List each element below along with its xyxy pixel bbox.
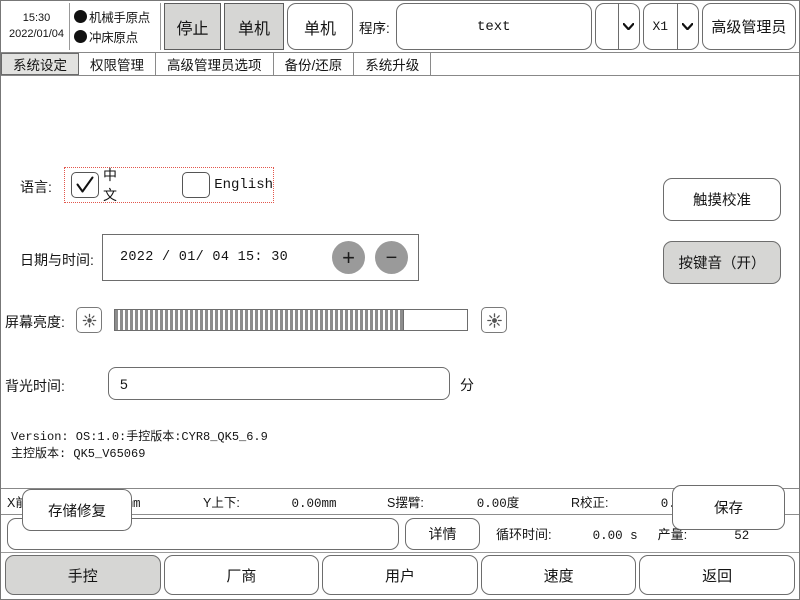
tab-system-settings[interactable]: 系统设定 — [1, 53, 79, 75]
nav-user[interactable]: 用户 — [322, 555, 478, 595]
settings-tab-strip: 系统设定 权限管理 高级管理员选项 备份/还原 系统升级 — [1, 53, 799, 76]
tab-advanced-admin-options[interactable]: 高级管理员选项 — [156, 53, 274, 75]
language-option-group: 中文 English — [64, 167, 274, 203]
stop-button[interactable]: 停止 — [164, 3, 221, 50]
detail-button[interactable]: 详情 — [405, 517, 480, 550]
cycle-time-readout: 循环时间: 0.00 s — [496, 524, 638, 543]
tab-system-upgrade[interactable]: 系统升级 — [354, 53, 432, 75]
sun-small-glyph — [82, 313, 96, 327]
clock-display: 15:30 2022/01/04 — [4, 3, 70, 50]
axis-r-label: R校正: — [571, 496, 609, 510]
language-option-english[interactable]: English — [182, 172, 273, 198]
indicator-robot-origin-label: 机械手原点 — [89, 11, 151, 25]
save-button[interactable]: 保存 — [672, 485, 785, 530]
header-bar: 15:30 2022/01/04 机械手原点 冲床原点 停止 单机 单机 程序:… — [1, 1, 799, 53]
axis-readout-s: S摆臂: 0.00度 — [387, 492, 557, 511]
clock-date: 2022/01/04 — [8, 27, 65, 40]
axis-y-label: Y上下: — [203, 496, 240, 510]
output-count-value: 52 — [734, 529, 750, 543]
status-dot-icon — [74, 10, 87, 23]
datetime-value[interactable]: 2022 / 01/ 04 15: 30 — [103, 250, 332, 265]
program-select-dropdown[interactable] — [594, 3, 640, 50]
nav-speed[interactable]: 速度 — [480, 555, 637, 595]
axis-s-value: 0.00度 — [476, 497, 520, 511]
datetime-decrement-button[interactable]: − — [375, 241, 408, 274]
tab-strip-filler — [431, 53, 799, 75]
status-dot-icon — [74, 30, 87, 43]
origin-indicator-group: 机械手原点 冲床原点 — [73, 3, 161, 50]
program-name-field[interactable]: text — [395, 3, 592, 50]
brightness-decrease-icon[interactable] — [76, 307, 102, 333]
nav-manufacturer[interactable]: 厂商 — [163, 555, 320, 595]
axis-readout-y: Y上下: 0.00mm — [203, 492, 373, 511]
backlight-time-input[interactable]: 5 — [108, 367, 450, 400]
program-select-value — [596, 4, 618, 49]
language-option-english-label: English — [214, 177, 273, 193]
key-sound-toggle-button[interactable]: 按键音（开） — [663, 241, 781, 284]
indicator-press-origin-label: 冲床原点 — [89, 31, 138, 45]
brightness-slider[interactable] — [114, 309, 468, 331]
settings-panel: 语言: 中文 English 日期与时间: 2022 / 01/ 04 15: … — [1, 76, 799, 531]
language-option-chinese[interactable]: 中文 — [71, 165, 123, 205]
version-line-main: 主控版本: QK5_V65069 — [11, 447, 146, 462]
brightness-label: 屏幕亮度: — [5, 314, 65, 330]
program-label: 程序: — [359, 20, 390, 36]
admin-level-button[interactable]: 高级管理员 — [701, 3, 796, 50]
backlight-unit-label: 分 — [460, 377, 474, 393]
storage-repair-button[interactable]: 存储修复 — [22, 489, 132, 531]
language-option-chinese-label: 中文 — [103, 167, 117, 203]
mode-button-primary[interactable]: 单机 — [224, 3, 284, 50]
chevron-down-icon[interactable] — [617, 4, 639, 49]
touch-calibration-button[interactable]: 触摸校准 — [663, 178, 781, 221]
brightness-slider-fill — [115, 310, 404, 330]
axis-select-value: X1 — [652, 19, 669, 34]
checkbox-unchecked-icon[interactable] — [182, 172, 211, 198]
bottom-navigation-bar: 手控 厂商 用户 速度 返回 — [1, 553, 799, 599]
tab-permission-management[interactable]: 权限管理 — [79, 53, 156, 75]
version-line-os: Version: OS:1.0:手控版本:CYR8_QK5_6.9 — [11, 430, 268, 444]
brightness-increase-icon[interactable] — [481, 307, 507, 333]
sun-large-glyph — [486, 312, 502, 328]
indicator-press-origin: 冲床原点 — [74, 27, 160, 46]
clock-time: 15:30 — [22, 11, 51, 24]
language-label: 语言: — [20, 179, 52, 195]
datetime-label: 日期与时间: — [20, 252, 94, 268]
datetime-field-group: 2022 / 01/ 04 15: 30 + − — [102, 234, 419, 281]
axis-y-value: 0.00mm — [291, 497, 337, 511]
axis-select-dropdown[interactable]: X1 — [642, 3, 699, 50]
chevron-down-glyph — [623, 23, 635, 30]
tab-backup-restore[interactable]: 备份/还原 — [273, 53, 355, 75]
version-info: Version: OS:1.0:手控版本:CYR8_QK5_6.9 主控版本: … — [11, 429, 268, 464]
nav-back[interactable]: 返回 — [639, 555, 795, 595]
chevron-down-glyph — [682, 23, 694, 30]
cycle-time-label: 循环时间: — [496, 527, 552, 542]
cycle-time-value: 0.00 s — [592, 529, 638, 543]
datetime-increment-button[interactable]: + — [332, 241, 365, 274]
indicator-robot-origin: 机械手原点 — [74, 7, 160, 26]
checkbox-checked-icon[interactable] — [71, 172, 99, 198]
axis-s-label: S摆臂: — [387, 496, 424, 510]
check-glyph — [76, 176, 94, 193]
mode-button-secondary[interactable]: 单机 — [287, 3, 353, 50]
nav-manual-control[interactable]: 手控 — [5, 555, 161, 595]
hmi-screen: 15:30 2022/01/04 机械手原点 冲床原点 停止 单机 单机 程序:… — [0, 0, 800, 600]
chevron-down-icon[interactable] — [676, 4, 698, 49]
backlight-label: 背光时间: — [5, 378, 65, 394]
